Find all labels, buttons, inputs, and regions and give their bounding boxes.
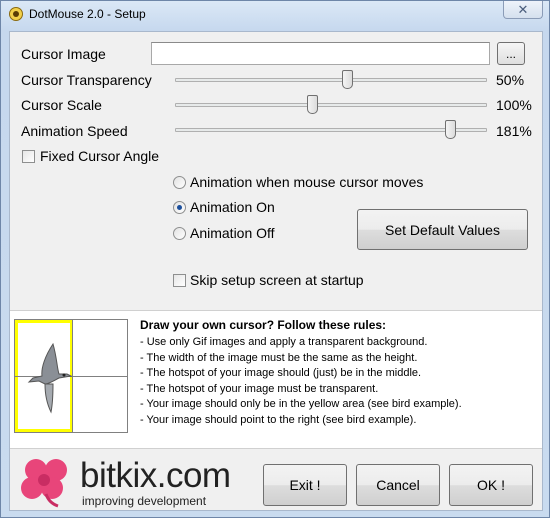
- fixed-angle-checkbox[interactable]: [22, 150, 35, 163]
- slider-track: [175, 78, 487, 82]
- rules-heading: Draw your own cursor? Follow these rules…: [140, 318, 387, 332]
- rule-item: - Your image should point to the right (…: [140, 413, 417, 426]
- transparency-slider[interactable]: [175, 70, 487, 90]
- logo-tagline: improving development: [82, 494, 207, 508]
- rule-item: - The hotspot of your image must be tran…: [140, 382, 379, 395]
- slider-thumb[interactable]: [307, 95, 319, 114]
- skip-setup-label[interactable]: Skip setup screen at startup: [190, 272, 364, 288]
- exit-button[interactable]: Exit !: [263, 464, 347, 506]
- scale-label: Cursor Scale: [21, 97, 102, 113]
- slider-track: [175, 128, 487, 132]
- cancel-button[interactable]: Cancel: [356, 464, 440, 506]
- browse-button[interactable]: ...: [497, 42, 525, 65]
- ok-button[interactable]: OK !: [449, 464, 533, 506]
- slider-thumb[interactable]: [341, 70, 353, 89]
- rule-item: - Use only Gif images and apply a transp…: [140, 336, 428, 348]
- animation-off-label[interactable]: Animation Off: [190, 225, 275, 241]
- bitkix-logo: bitkix.com improving development: [16, 456, 266, 508]
- radio-animation-on-move[interactable]: [173, 176, 186, 189]
- logo-text: bitkix.com: [80, 456, 231, 495]
- slider-thumb[interactable]: [444, 120, 456, 139]
- animation-on-move-label[interactable]: Animation when mouse cursor moves: [190, 174, 423, 190]
- rule-item: - The hotspot of your image should (just…: [140, 367, 422, 379]
- clover-logo-icon: [21, 459, 67, 508]
- scale-slider[interactable]: [175, 95, 487, 115]
- cursor-image-label: Cursor Image: [21, 46, 106, 62]
- radio-animation-on[interactable]: [173, 201, 186, 214]
- transparency-label: Cursor Transparency: [21, 72, 152, 88]
- rule-item: - The width of the image must be the sam…: [140, 351, 418, 364]
- speed-value: 181%: [496, 123, 532, 139]
- set-default-values-button[interactable]: Set Default Values: [357, 209, 528, 250]
- window-title: DotMouse 2.0 - Setup: [29, 7, 146, 21]
- animation-on-label[interactable]: Animation On: [190, 199, 275, 215]
- setup-window: DotMouse 2.0 - Setup ✕ Cursor Image ... …: [0, 0, 550, 518]
- help-panel: Draw your own cursor? Follow these rules…: [10, 310, 542, 449]
- close-icon: ✕: [517, 1, 529, 17]
- radio-animation-off[interactable]: [173, 227, 186, 240]
- scale-value: 100%: [496, 97, 532, 113]
- transparency-value: 50%: [496, 72, 525, 88]
- fixed-angle-label[interactable]: Fixed Cursor Angle: [40, 148, 159, 164]
- cursor-image-field[interactable]: [151, 42, 490, 65]
- title-bar: DotMouse 2.0 - Setup ✕: [1, 1, 549, 27]
- rule-item: - Your image should only be in the yello…: [140, 398, 462, 410]
- dialog-client-area: Cursor Image ... Cursor Transparency 50%…: [9, 31, 543, 511]
- rules-list: - Use only Gif images and apply a transp…: [140, 335, 462, 428]
- dotmouse-app-icon: [9, 7, 23, 21]
- bird-icon: [27, 342, 73, 414]
- speed-label: Animation Speed: [21, 123, 128, 139]
- speed-slider[interactable]: [175, 120, 487, 140]
- close-button[interactable]: ✕: [503, 1, 543, 19]
- slider-track: [175, 103, 487, 107]
- skip-setup-checkbox[interactable]: [173, 274, 186, 287]
- cursor-sample-preview: [14, 319, 128, 433]
